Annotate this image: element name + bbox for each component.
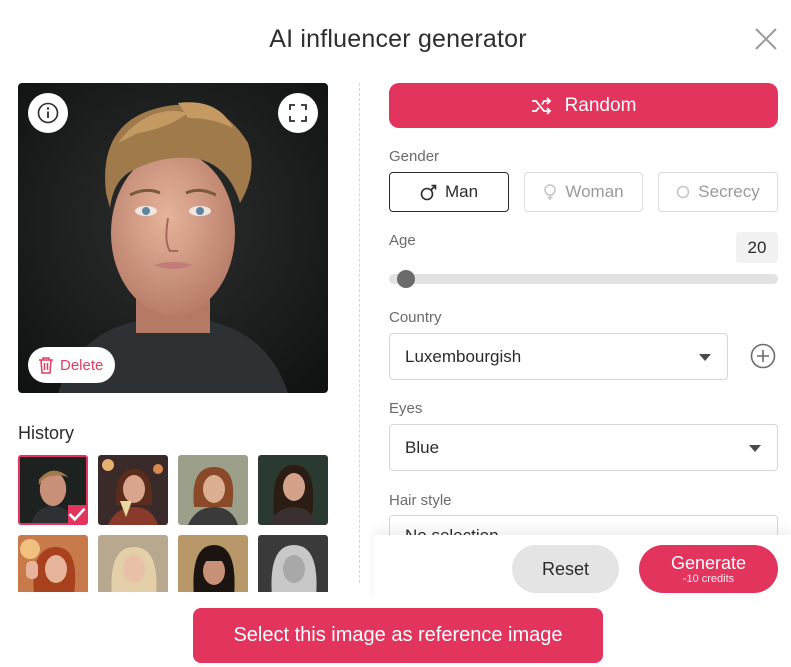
shuffle-icon xyxy=(531,96,551,115)
generate-cost: -10 credits xyxy=(682,572,735,585)
thumbnail-image xyxy=(178,455,248,525)
history-thumb[interactable] xyxy=(178,455,248,525)
history-heading: History xyxy=(18,423,75,443)
country-select[interactable]: Luxembourgish xyxy=(389,333,728,380)
hair-style-select[interactable]: No selection xyxy=(389,515,778,535)
chevron-down-icon xyxy=(699,354,711,361)
generate-label: Generate xyxy=(670,552,747,573)
info-icon xyxy=(37,102,59,124)
age-slider-track[interactable] xyxy=(389,274,778,284)
eyes-value: Blue xyxy=(405,437,440,457)
gender-option-label: Man xyxy=(444,182,479,201)
random-label: Random xyxy=(564,94,637,116)
thumbnail-image xyxy=(258,455,328,525)
plus-circle-icon[interactable] xyxy=(750,343,776,369)
thumbnail-image xyxy=(98,455,168,525)
hair-style-value: No selection xyxy=(405,526,499,535)
chevron-down-icon xyxy=(749,445,761,452)
info-button[interactable] xyxy=(28,93,68,133)
female-icon xyxy=(544,183,557,200)
gender-option-secrecy[interactable]: Secrecy xyxy=(658,172,778,212)
history-thumb[interactable] xyxy=(98,455,168,525)
eyes-select[interactable]: Blue xyxy=(389,424,778,471)
gender-label: Gender xyxy=(389,148,440,165)
history-thumb[interactable] xyxy=(18,455,88,525)
selected-check-icon xyxy=(68,505,86,523)
expand-icon xyxy=(289,104,307,122)
hair-style-label: Hair style xyxy=(389,492,452,509)
gender-option-label: Woman xyxy=(565,182,624,201)
preview-image: Delete xyxy=(18,83,328,393)
panel-divider xyxy=(359,83,360,583)
dialog-title: AI influencer generator xyxy=(269,25,527,53)
age-value: 20 xyxy=(736,232,778,263)
random-button[interactable]: Random xyxy=(389,83,778,128)
age-label: Age xyxy=(389,232,416,249)
male-icon xyxy=(420,184,437,200)
gender-option-man[interactable]: Man xyxy=(389,172,509,212)
age-slider-handle[interactable] xyxy=(397,270,415,288)
gender-option-woman[interactable]: Woman xyxy=(524,172,643,212)
select-reference-button[interactable]: Select this image as reference image xyxy=(193,608,603,663)
expand-button[interactable] xyxy=(278,93,318,133)
trash-icon xyxy=(39,357,53,374)
reset-button[interactable]: Reset xyxy=(512,545,619,593)
circle-icon xyxy=(677,185,690,199)
close-icon[interactable] xyxy=(754,27,778,51)
generate-button[interactable]: Generate -10 credits xyxy=(639,545,778,593)
delete-label: Delete xyxy=(60,356,104,374)
delete-button[interactable]: Delete xyxy=(28,347,116,383)
history-thumb[interactable] xyxy=(258,455,328,525)
country-label: Country xyxy=(389,309,442,326)
eyes-label: Eyes xyxy=(389,400,423,417)
country-value: Luxembourgish xyxy=(405,346,522,366)
gender-option-label: Secrecy xyxy=(698,182,760,201)
